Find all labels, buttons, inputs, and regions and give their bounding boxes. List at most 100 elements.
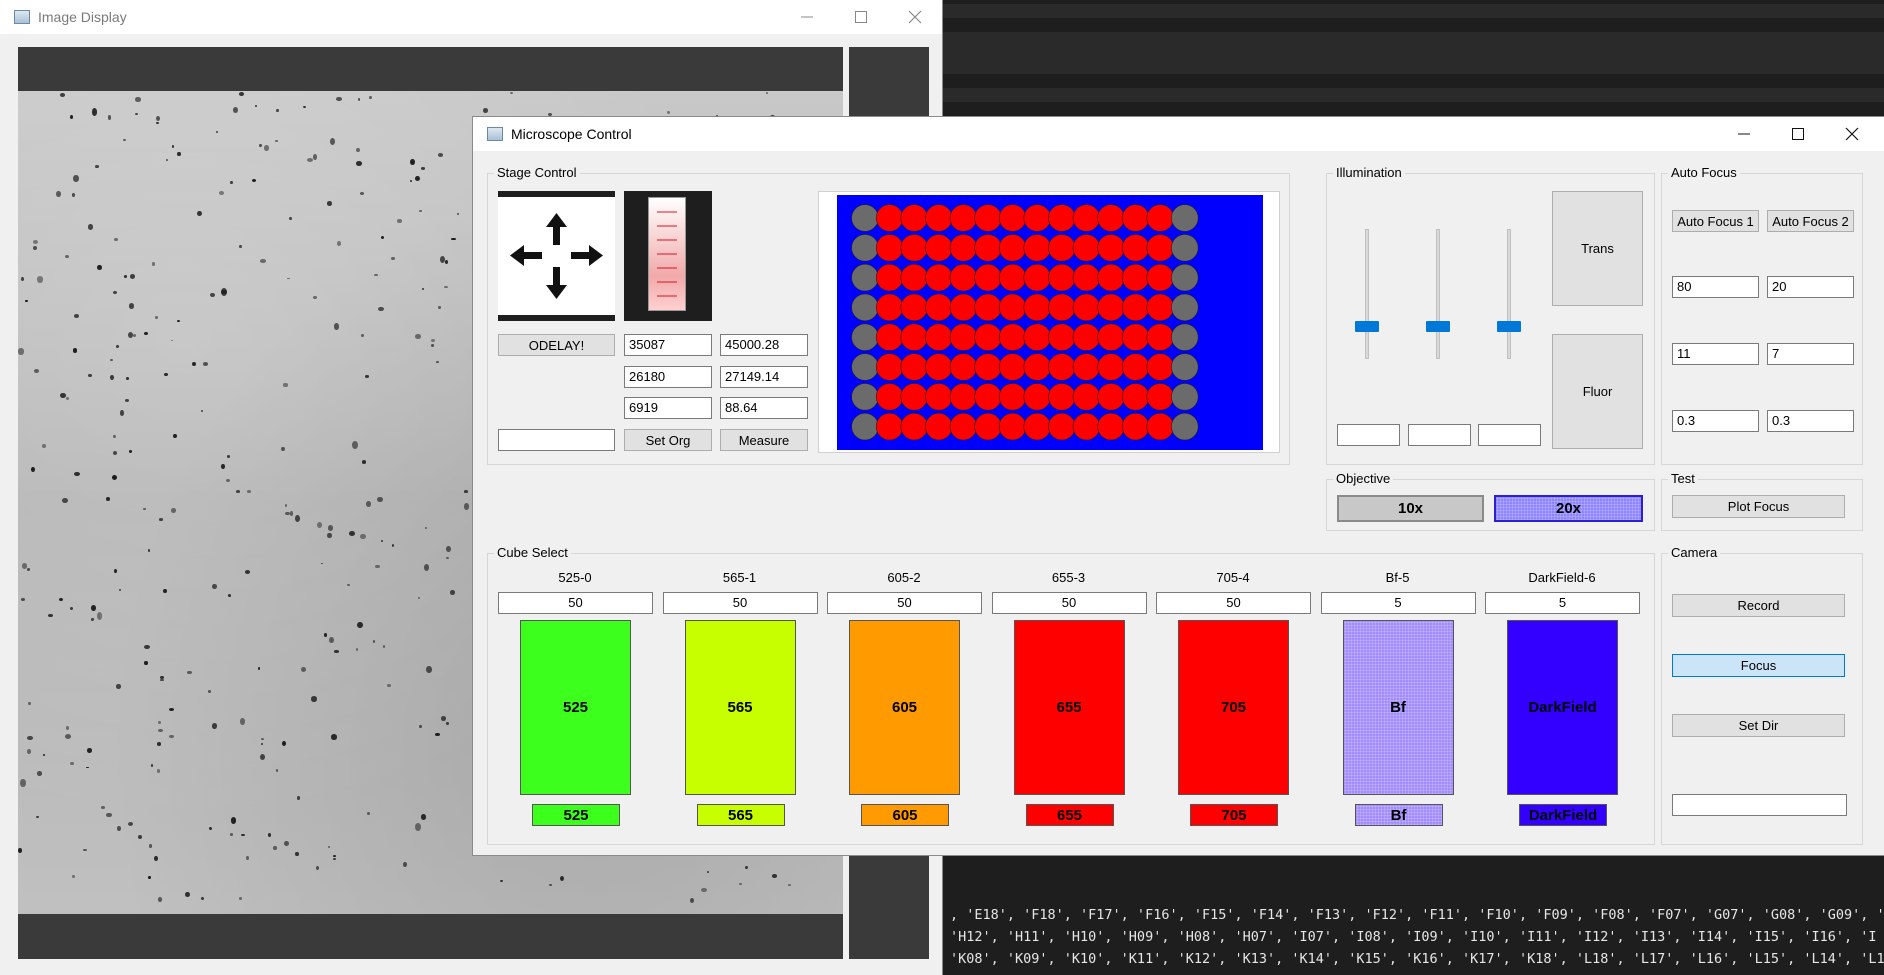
set-dir-button[interactable]: Set Dir — [1672, 714, 1845, 737]
plate-well[interactable] — [1171, 234, 1199, 262]
plate-well[interactable] — [1048, 353, 1076, 381]
plate-well[interactable] — [949, 234, 978, 262]
plate-well[interactable] — [1048, 263, 1076, 292]
odelay-button[interactable]: ODELAY! — [498, 334, 615, 356]
maximize-button[interactable] — [838, 0, 884, 34]
plate-well[interactable] — [1171, 293, 1199, 322]
plate-well[interactable] — [1097, 234, 1125, 262]
x-target-field[interactable]: 45000.28 — [720, 334, 808, 356]
plate-well[interactable] — [1072, 383, 1101, 411]
plate-well[interactable] — [1097, 383, 1125, 411]
close-button[interactable] — [1829, 117, 1875, 151]
plate-well[interactable] — [1097, 263, 1125, 292]
plate-well[interactable] — [949, 204, 978, 232]
plate-well[interactable] — [998, 234, 1027, 262]
fluor-button[interactable]: Fluor — [1552, 334, 1643, 449]
plot-focus-button[interactable]: Plot Focus — [1672, 495, 1845, 518]
plate-well[interactable] — [1023, 204, 1051, 232]
plate-well[interactable] — [1097, 323, 1125, 351]
record-button[interactable]: Record — [1672, 594, 1845, 617]
plate-well[interactable] — [1121, 412, 1150, 441]
plate-well[interactable] — [925, 353, 953, 381]
plate-well[interactable] — [1072, 204, 1101, 232]
plate-well[interactable] — [900, 412, 928, 441]
x-position-field[interactable]: 35087 — [624, 334, 712, 356]
illumination-slider-3[interactable] — [1497, 321, 1521, 332]
close-button[interactable] — [892, 0, 938, 34]
plate-well[interactable] — [1023, 293, 1051, 322]
af-param-field[interactable]: 20 — [1767, 276, 1854, 298]
plate-well[interactable] — [875, 323, 904, 351]
directory-field[interactable] — [1672, 794, 1847, 816]
plate-well[interactable] — [1072, 293, 1101, 322]
plate-well[interactable] — [974, 353, 1002, 381]
af-param-field[interactable]: 80 — [1672, 276, 1759, 298]
plate-well[interactable] — [875, 353, 904, 381]
xy-arrow-pad[interactable] — [498, 191, 615, 321]
illumination-slider-2[interactable] — [1426, 321, 1450, 332]
plate-well[interactable] — [949, 293, 978, 322]
plate-well[interactable] — [998, 204, 1027, 232]
well-plate-map[interactable] — [818, 191, 1280, 453]
cube-select-button[interactable]: 705 — [1178, 620, 1289, 795]
auto-focus-2-button[interactable]: Auto Focus 2 — [1767, 210, 1854, 232]
plate-well[interactable] — [974, 412, 1002, 441]
plate-well[interactable] — [1072, 412, 1101, 441]
plate-well[interactable] — [900, 293, 928, 322]
af-param-field[interactable]: 0.3 — [1672, 410, 1759, 432]
plate-well[interactable] — [998, 412, 1027, 441]
cube-select-button[interactable]: Bf — [1342, 620, 1454, 795]
plate-well[interactable] — [875, 383, 904, 411]
plate-well[interactable] — [925, 204, 953, 232]
plate-well[interactable] — [925, 383, 953, 411]
plate-well[interactable] — [949, 412, 978, 441]
plate-well[interactable] — [875, 204, 904, 232]
z-position-field[interactable]: 6919 — [624, 397, 712, 419]
plate-well[interactable] — [875, 293, 904, 322]
objective-10x-button[interactable]: 10x — [1337, 495, 1484, 522]
focus-button[interactable]: Focus — [1672, 654, 1845, 677]
cube-select-button[interactable]: DarkField — [1507, 620, 1618, 795]
y-target-field[interactable]: 27149.14 — [720, 366, 808, 388]
plate-well[interactable] — [1121, 234, 1150, 262]
minimize-button[interactable] — [784, 0, 830, 34]
cube-exposure-field[interactable]: 50 — [1156, 592, 1311, 614]
y-position-field[interactable]: 26180 — [624, 366, 712, 388]
plate-well[interactable] — [851, 412, 879, 441]
plate-well[interactable] — [851, 353, 879, 381]
cube-select-button[interactable]: 655 — [1013, 620, 1125, 795]
cube-exposure-field[interactable]: 50 — [991, 592, 1147, 614]
objective-20x-button[interactable]: 20x — [1494, 495, 1643, 522]
plate-well[interactable] — [974, 263, 1002, 292]
z-stage-display[interactable] — [624, 191, 712, 321]
illumination-value-2[interactable] — [1408, 424, 1471, 446]
auto-focus-1-button[interactable]: Auto Focus 1 — [1672, 210, 1759, 232]
illumination-value-3[interactable] — [1478, 424, 1541, 446]
plate-well[interactable] — [974, 293, 1002, 322]
plate-well[interactable] — [1097, 412, 1125, 441]
plate-well[interactable] — [875, 263, 904, 292]
af-param-field[interactable]: 0.3 — [1767, 410, 1854, 432]
cube-exposure-field[interactable]: 5 — [1485, 592, 1640, 614]
plate-well[interactable] — [925, 412, 953, 441]
plate-well[interactable] — [998, 353, 1027, 381]
set-origin-button[interactable]: Set Org — [624, 429, 712, 451]
plate-well[interactable] — [851, 234, 879, 262]
plate-well[interactable] — [1023, 412, 1051, 441]
plate-well[interactable] — [949, 323, 978, 351]
plate-well[interactable] — [1048, 234, 1076, 262]
plate-well[interactable] — [1121, 353, 1150, 381]
plate-well[interactable] — [1097, 293, 1125, 322]
plate-well[interactable] — [1023, 353, 1051, 381]
illumination-value-1[interactable] — [1337, 424, 1400, 446]
plate-well[interactable] — [1121, 263, 1150, 292]
plate-well[interactable] — [1023, 323, 1051, 351]
plate-well[interactable] — [1121, 204, 1150, 232]
plate-well[interactable] — [900, 263, 928, 292]
plate-well[interactable] — [949, 383, 978, 411]
plate-well[interactable] — [851, 263, 879, 292]
image-display-titlebar[interactable]: Image Display — [0, 0, 942, 34]
maximize-button[interactable] — [1775, 117, 1821, 151]
cube-exposure-field[interactable]: 50 — [827, 592, 982, 614]
plate-well[interactable] — [1171, 204, 1199, 232]
